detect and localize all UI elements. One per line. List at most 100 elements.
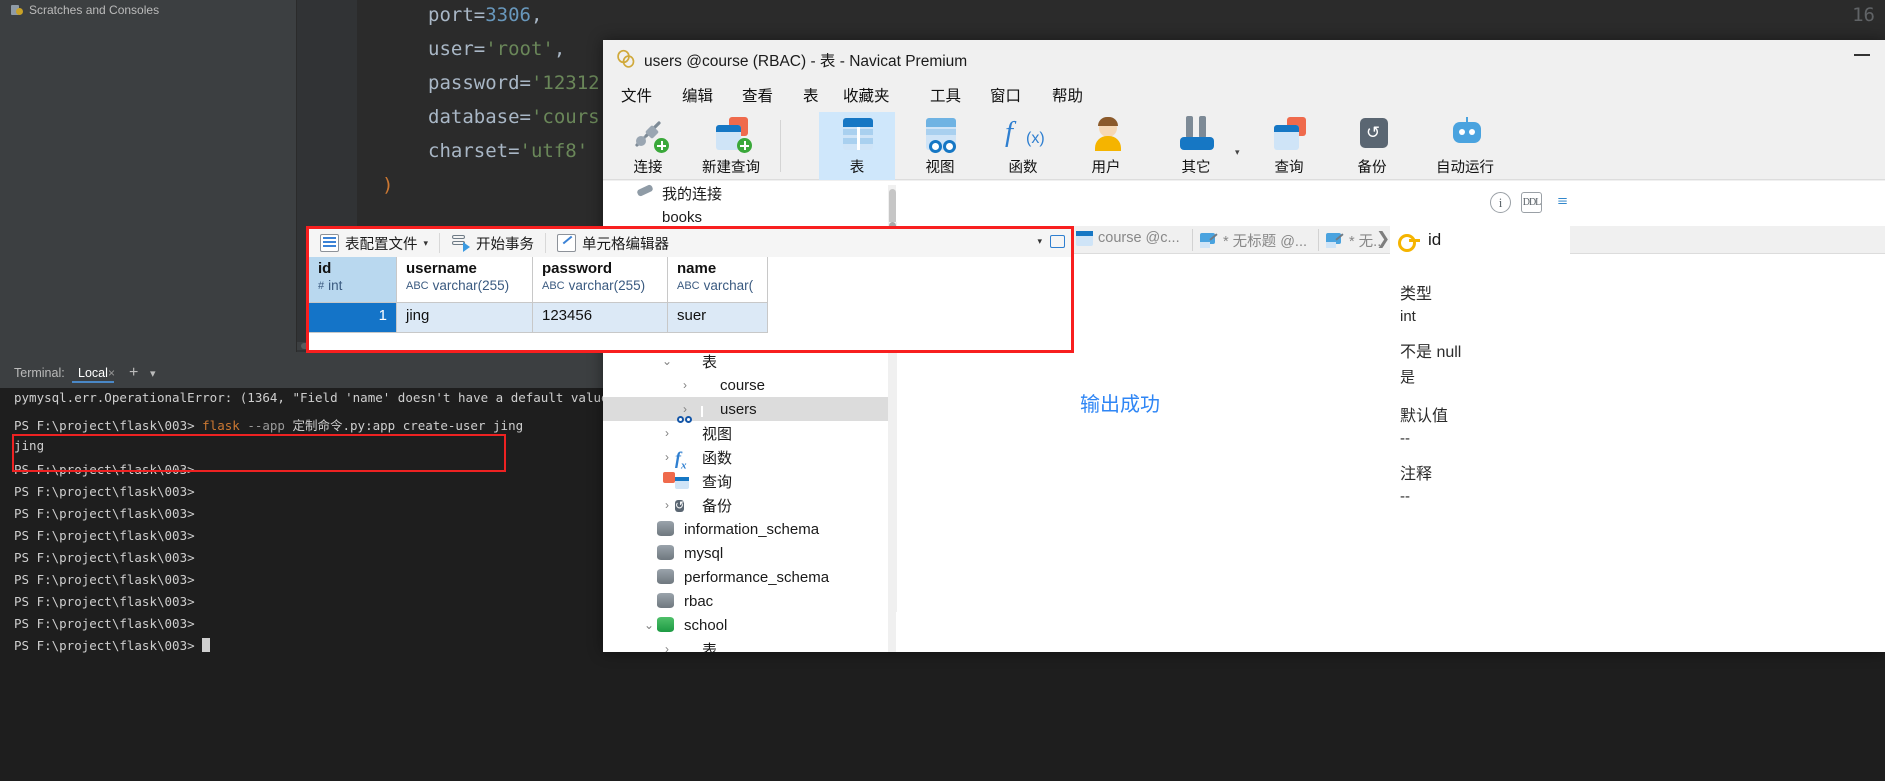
tree-item-label: rbac	[684, 592, 714, 610]
cell-username[interactable]: jing	[397, 303, 533, 333]
terminal-prompt-line: PS F:\project\flask\003>	[14, 484, 195, 499]
cell-name[interactable]: suer	[668, 303, 768, 333]
table-profile-button[interactable]: 表配置文件 ▾	[309, 229, 439, 257]
begin-transaction-button[interactable]: 开始事务	[440, 229, 545, 257]
add-terminal-icon[interactable]: +	[129, 364, 138, 382]
terminal-cmd-rest: 定制命令.py:app create-user jing	[292, 418, 524, 433]
tree-item-table-course[interactable]: › course	[603, 373, 896, 397]
column-type: ABC varchar(255)	[542, 278, 646, 293]
twisty-icon[interactable]: ›	[659, 498, 675, 512]
menu-favorites[interactable]: 收藏夹	[837, 82, 896, 108]
ribbon-new-query-button[interactable]: 新建查询	[693, 112, 769, 180]
column-name: id	[318, 260, 332, 277]
db-icon	[657, 520, 677, 538]
ribbon-function-button[interactable]: f (x) 函数	[985, 112, 1061, 180]
ribbon-user-button[interactable]: 用户	[1068, 112, 1144, 180]
ribbon-automation-button[interactable]: 自动运行	[1417, 112, 1513, 180]
cell-password[interactable]: 123456	[533, 303, 668, 333]
ribbon-label: 新建查询	[702, 160, 760, 176]
tree-item-label: school	[684, 616, 728, 634]
data-grid[interactable]: id # int username ABC varchar(255) passwor…	[309, 257, 1071, 350]
automation-icon	[1442, 114, 1488, 154]
tree-item-rbac-db[interactable]: rbac	[603, 589, 896, 613]
tree-item-my-connections[interactable]: 我的连接	[603, 181, 896, 205]
menu-window[interactable]: 窗口	[984, 82, 1027, 108]
navicat-titlebar: users @course (RBAC) - 表 - Navicat Premi…	[603, 40, 1885, 77]
begin-transaction-icon	[451, 234, 471, 252]
menu-help[interactable]: 帮助	[1046, 82, 1089, 108]
scratches-icon	[10, 3, 24, 17]
menu-edit[interactable]: 编辑	[676, 82, 719, 108]
tree-item-school-db[interactable]: ⌄ school	[603, 613, 896, 637]
ddl-icon[interactable]: DDL	[1521, 192, 1542, 213]
terminal-cmd-flag: --app	[247, 418, 285, 433]
twisty-icon[interactable]: ›	[659, 426, 675, 440]
grid-column-username[interactable]: username ABC varchar(255)	[397, 257, 533, 303]
tree-item-backups-folder[interactable]: › ↺ 备份	[603, 493, 896, 517]
scratches-and-consoles-row[interactable]: Scratches and Consoles	[10, 0, 159, 20]
chevron-down-icon[interactable]: ▾	[1235, 147, 1240, 158]
output-success-annotation: 输出成功	[1080, 394, 1160, 416]
column-name: name	[677, 260, 717, 277]
tab-label: * 无标题 @...	[1223, 234, 1308, 250]
backup-folder-icon: ↺	[675, 500, 685, 512]
twisty-icon[interactable]: ›	[677, 402, 693, 416]
text-type-icon: ABC	[677, 279, 700, 292]
expand-panel-icon[interactable]	[1050, 235, 1065, 248]
tree-item-functions-folder[interactable]: › fx 函数	[603, 445, 896, 472]
terminal-prompt-line: PS F:\project\flask\003>	[14, 638, 211, 653]
close-icon[interactable]: ×	[108, 366, 115, 380]
twisty-icon[interactable]: ⌄	[659, 354, 675, 368]
tab-scroll-forward-icon[interactable]: ❯	[1376, 229, 1390, 249]
grid-column-id[interactable]: id # int	[309, 257, 397, 303]
twisty-icon[interactable]: ›	[659, 450, 675, 464]
menu-file[interactable]: 文件	[615, 82, 658, 108]
query-icon	[1200, 233, 1218, 248]
column-type: # int	[318, 278, 343, 293]
terminal-command-highlight-box	[12, 434, 506, 472]
table-icon	[834, 114, 880, 154]
property-label: 类型	[1400, 286, 1433, 303]
property-value: 是	[1400, 369, 1416, 386]
ribbon-connection-button[interactable]: 连接	[610, 112, 686, 180]
table-row[interactable]: 1 jing 123456 suer	[309, 303, 1071, 333]
minimize-button[interactable]	[1854, 54, 1870, 56]
tree-item-table-users[interactable]: › users	[603, 397, 896, 421]
grid-toolbar: 表配置文件 ▾ 开始事务 单元格编辑器 ▾	[309, 229, 1071, 257]
tree-item-mysql-db[interactable]: mysql	[603, 541, 896, 565]
code-line: database='cours	[428, 106, 600, 128]
ribbon-other-button[interactable]: 其它	[1158, 112, 1234, 180]
terminal-prompt-line: PS F:\project\flask\003>	[14, 550, 195, 565]
twisty-icon[interactable]: ⌄	[641, 618, 657, 632]
twisty-icon[interactable]: ›	[659, 642, 675, 652]
ribbon-table-button[interactable]: 表	[819, 112, 895, 180]
ribbon-query-button[interactable]: 查询	[1251, 112, 1327, 180]
terminal-prompt-line: PS F:\project\flask\003>	[14, 616, 195, 631]
panel-toggle-icon[interactable]: ≡	[1552, 192, 1573, 213]
tree-item-views-folder[interactable]: › 视图	[603, 416, 896, 445]
menu-tools[interactable]: 工具	[924, 82, 967, 108]
menu-view[interactable]: 查看	[736, 82, 779, 108]
tree-item-queries-folder[interactable]: 查询	[603, 469, 896, 493]
tree-item-information-schema[interactable]: information_schema	[603, 517, 896, 541]
property-not-null: 不是 null 是	[1400, 338, 1461, 387]
ide-project-panel: Scratches and Consoles	[0, 0, 297, 352]
chevron-down-icon[interactable]: ▾	[150, 367, 156, 380]
twisty-icon[interactable]: ›	[677, 378, 693, 392]
menu-table[interactable]: 表	[797, 82, 825, 108]
grid-column-password[interactable]: password ABC varchar(255)	[533, 257, 668, 303]
tab-untitled-query-1[interactable]: * 无标题 @...	[1200, 230, 1307, 251]
chevron-down-icon[interactable]: ▾	[424, 238, 429, 249]
ribbon-view-button[interactable]: 视图	[902, 112, 978, 180]
cell-editor-button[interactable]: 单元格编辑器	[546, 229, 680, 257]
info-icon[interactable]: i	[1490, 192, 1511, 213]
tree-item-school-tables-folder[interactable]: › 表	[603, 637, 896, 653]
cell-id[interactable]: 1	[309, 303, 397, 333]
grid-column-name[interactable]: name ABC varchar(	[668, 257, 768, 303]
chevron-down-icon[interactable]: ▾	[1037, 236, 1042, 247]
property-value: int	[1400, 308, 1416, 325]
code-line: )	[382, 174, 394, 196]
tab-course-table[interactable]: course @c...	[1076, 230, 1180, 246]
ribbon-backup-button[interactable]: ↺ 备份	[1334, 112, 1410, 180]
tree-item-performance-schema[interactable]: performance_schema	[603, 565, 896, 589]
